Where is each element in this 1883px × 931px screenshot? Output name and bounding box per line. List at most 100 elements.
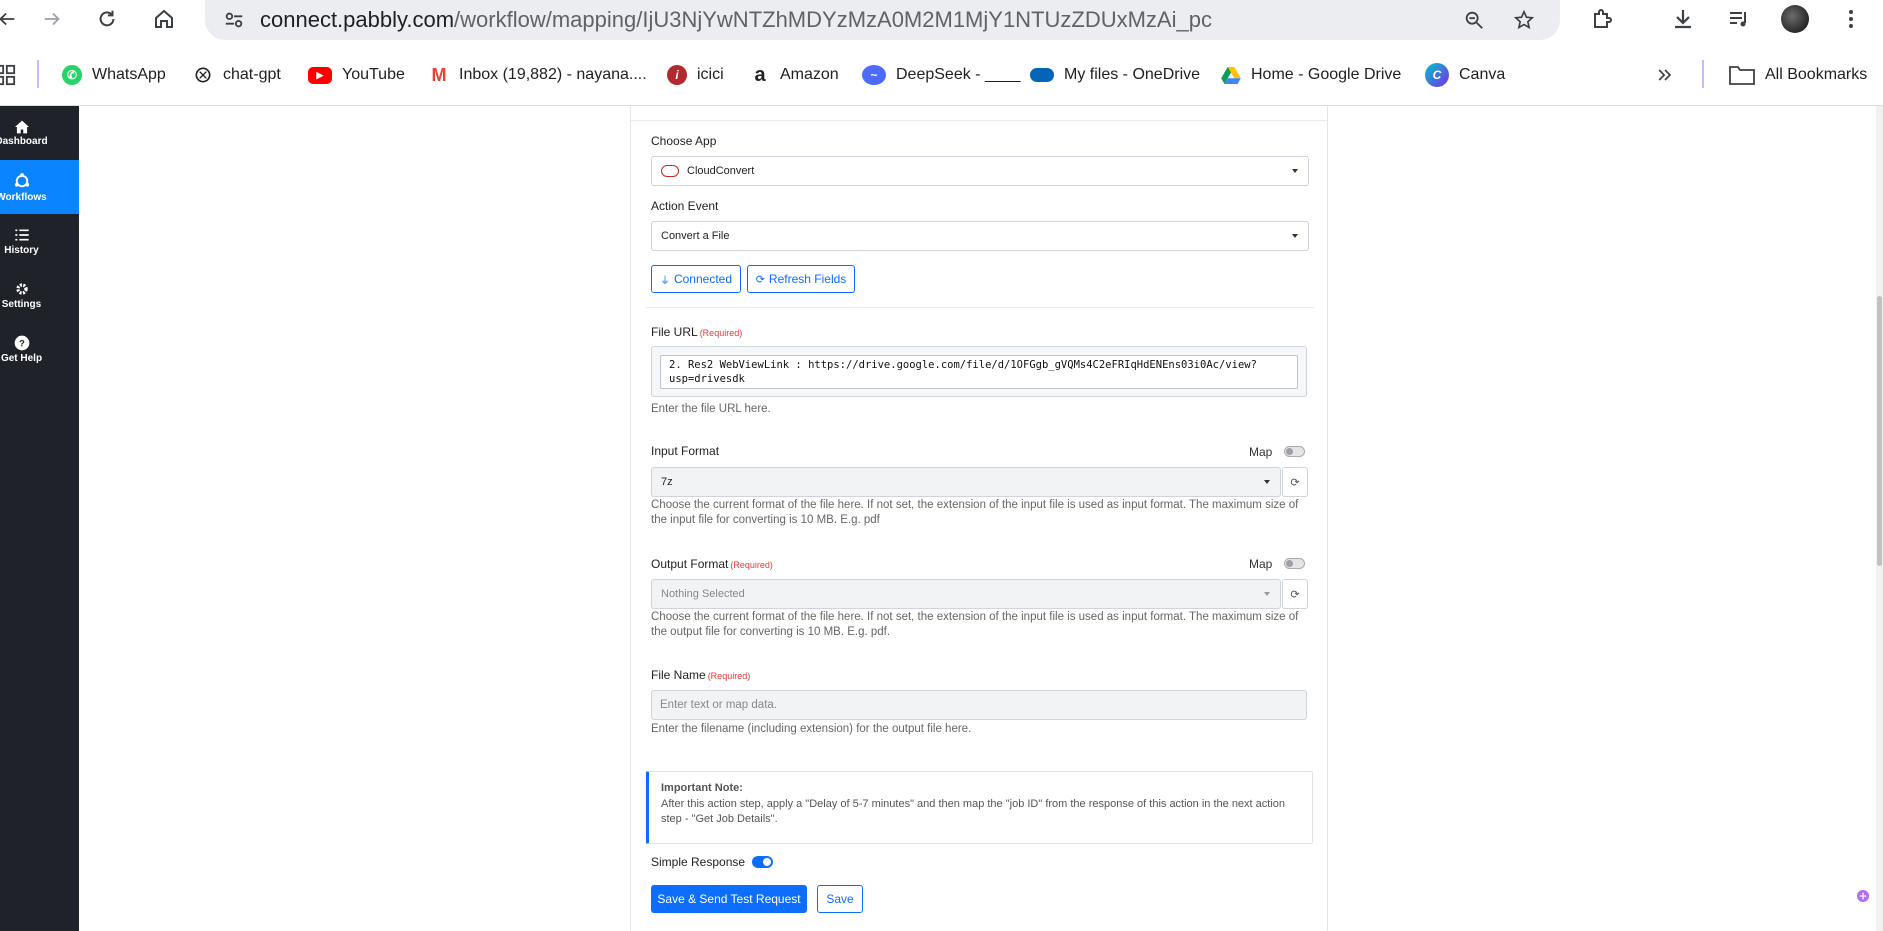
- bookmark-label: Canva: [1459, 66, 1506, 83]
- action-event-value: Convert a File: [661, 230, 730, 242]
- bookmark-label: chat-gpt: [223, 66, 281, 83]
- input-format-label: Input Format: [651, 444, 720, 458]
- bookmark-label: My files - OneDrive: [1064, 66, 1201, 83]
- input-format-help: Choose the current format of the file he…: [651, 499, 1299, 526]
- bookmark-label: Amazon: [780, 66, 839, 83]
- choose-app-label: Choose App: [651, 134, 717, 148]
- input-format-refresh-button[interactable]: ⟳: [1282, 467, 1308, 497]
- sidebar-item-label: Get Help: [0, 352, 43, 364]
- chevron-down-icon: [1264, 592, 1270, 596]
- file-name-input[interactable]: Enter text or map data.: [651, 690, 1307, 720]
- bookmark-google-drive[interactable]: Home - Google Drive: [1221, 62, 1401, 88]
- url-text[interactable]: connect.pabbly.com/workflow/mapping/IjU3…: [260, 7, 1212, 33]
- sidebar-item-settings[interactable]: Settings: [0, 268, 79, 322]
- site-info-icon[interactable]: [220, 6, 248, 34]
- chevron-down-icon: [1292, 234, 1298, 238]
- refresh-icon: ⟳: [755, 273, 765, 286]
- bookmark-star-icon[interactable]: [1510, 6, 1538, 34]
- all-bookmarks[interactable]: All Bookmarks: [1729, 62, 1867, 88]
- amazon-icon: a: [750, 64, 770, 86]
- sidebar-item-label: History: [4, 244, 39, 256]
- bookmark-label: DeepSeek - ____: [896, 66, 1021, 83]
- bookmark-onedrive[interactable]: My files - OneDrive: [1030, 62, 1200, 88]
- back-icon[interactable]: [0, 4, 22, 34]
- file-name-help: Enter the filename (including extension)…: [651, 723, 972, 735]
- media-controls-icon[interactable]: [1724, 4, 1754, 34]
- profile-avatar-icon[interactable]: [1780, 4, 1810, 34]
- bookmark-chat-gpt[interactable]: chat-gpt: [193, 62, 281, 88]
- svg-text:?: ?: [19, 338, 25, 348]
- section-divider: [646, 307, 1314, 308]
- save-and-send-test-button[interactable]: Save & Send Test Request: [651, 885, 807, 913]
- sidebar-item-history[interactable]: History: [0, 214, 79, 268]
- note-title: Important Note:: [661, 782, 743, 794]
- card-divider: [631, 120, 1327, 121]
- sidebar-item-label: Workflows: [0, 191, 47, 203]
- help-icon: ?: [14, 335, 29, 350]
- workflow-icon: [14, 172, 29, 187]
- deepseek-icon: ~: [862, 65, 886, 85]
- bookmark-label: WhatsApp: [92, 66, 166, 83]
- all-bookmarks-label: All Bookmarks: [1765, 66, 1868, 83]
- google-drive-icon: [1221, 65, 1241, 85]
- canva-icon: C: [1425, 63, 1449, 87]
- refresh-fields-button[interactable]: ⟳ Refresh Fields: [747, 265, 855, 293]
- sidebar-item-label: Dashboard: [0, 135, 48, 147]
- important-note: Important Note: After this action step, …: [646, 771, 1313, 844]
- input-format-map-label: Map: [1249, 445, 1273, 459]
- reload-icon[interactable]: [92, 4, 122, 34]
- bookmark-gmail[interactable]: M Inbox (19,882) - nayana....: [429, 62, 647, 88]
- sidebar-item-dashboard[interactable]: Dashboard: [0, 106, 79, 160]
- bookmark-icici[interactable]: i icici: [667, 62, 724, 88]
- forward-icon[interactable]: [37, 4, 67, 34]
- save-and-send-label: Save & Send Test Request: [657, 892, 801, 906]
- file-url-help: Enter the file URL here.: [651, 403, 771, 415]
- bookmark-canva[interactable]: C Canva: [1425, 62, 1505, 88]
- zoom-icon[interactable]: [1460, 6, 1488, 34]
- note-text: After this action step, apply a "Delay o…: [661, 798, 1286, 825]
- simple-response-toggle[interactable]: [752, 856, 773, 868]
- bookmark-amazon[interactable]: a Amazon: [750, 62, 839, 88]
- more-bookmarks-chevron-icon[interactable]: [1655, 62, 1675, 88]
- required-tag: (Required): [707, 671, 751, 681]
- menu-kebab-icon[interactable]: [1836, 4, 1866, 34]
- refresh-icon: ⟳: [1290, 476, 1300, 489]
- sidebar-item-workflows[interactable]: Workflows: [0, 160, 79, 214]
- file-name-label-text: File Name: [651, 668, 706, 682]
- scrollbar-thumb[interactable]: [1877, 296, 1882, 566]
- connected-button[interactable]: ⏚ Connected: [651, 265, 741, 293]
- bookmark-label: icici: [697, 66, 724, 83]
- file-url-value[interactable]: 2. Res2 WebViewLink : https://drive.goog…: [660, 355, 1298, 389]
- gmail-icon: M: [429, 65, 449, 85]
- cloudconvert-icon: [661, 165, 679, 177]
- sidebar-item-get-help[interactable]: ? Get Help: [0, 322, 79, 376]
- floating-assistant-icon[interactable]: [1852, 885, 1874, 907]
- refresh-icon: ⟳: [1290, 588, 1300, 601]
- choose-app-select[interactable]: CloudConvert: [651, 156, 1309, 186]
- input-format-map-toggle[interactable]: [1284, 446, 1305, 457]
- required-tag: (Required): [730, 560, 773, 570]
- action-event-select[interactable]: Convert a File: [651, 221, 1309, 251]
- address-bar[interactable]: connect.pabbly.com/workflow/mapping/IjU3…: [205, 0, 1560, 40]
- save-button[interactable]: Save: [817, 885, 863, 913]
- bookmark-deepseek[interactable]: ~ DeepSeek - ____: [862, 62, 1021, 88]
- download-icon[interactable]: [1668, 4, 1698, 34]
- apps-grid-icon[interactable]: [0, 62, 16, 88]
- home-icon: [14, 120, 29, 133]
- bookmark-label: Home - Google Drive: [1251, 66, 1402, 83]
- gear-icon: [15, 282, 28, 295]
- file-url-field[interactable]: 2. Res2 WebViewLink : https://drive.goog…: [651, 346, 1307, 397]
- bookmarks-separator: [1702, 60, 1704, 88]
- input-format-value: 7z: [661, 476, 673, 488]
- bookmark-youtube[interactable]: ▶ YouTube: [308, 62, 405, 88]
- output-format-select[interactable]: Nothing Selected: [651, 579, 1281, 609]
- home-icon[interactable]: [149, 4, 179, 34]
- youtube-icon: ▶: [308, 66, 332, 84]
- output-format-map-toggle[interactable]: [1284, 558, 1305, 569]
- output-format-refresh-button[interactable]: ⟳: [1282, 579, 1308, 609]
- chevron-down-icon: [1264, 480, 1270, 484]
- bookmark-whatsapp[interactable]: ✆ WhatsApp: [62, 62, 166, 88]
- list-icon: [14, 229, 29, 240]
- input-format-select[interactable]: 7z: [651, 467, 1281, 497]
- extensions-icon[interactable]: [1587, 4, 1617, 34]
